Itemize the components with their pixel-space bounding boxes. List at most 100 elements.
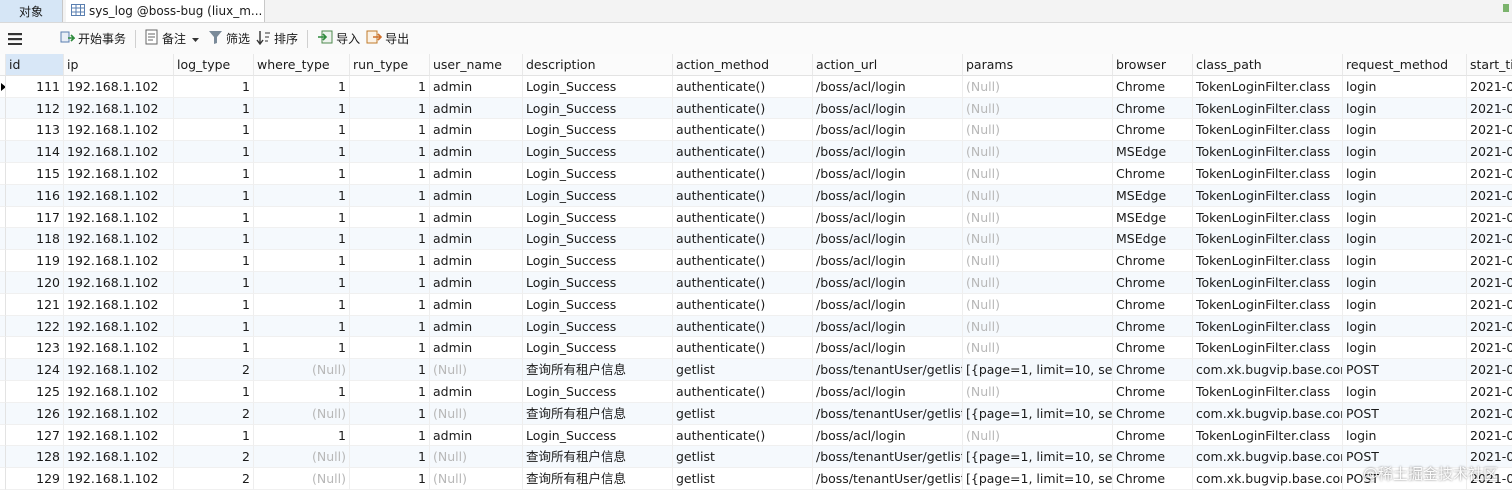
cell-where-type[interactable]: 1 <box>254 162 350 185</box>
cell-browser[interactable]: Chrome <box>1113 337 1193 360</box>
column-header-where-type[interactable]: where_type <box>254 54 350 76</box>
cell-action-method[interactable]: authenticate() <box>673 424 813 447</box>
column-header-id[interactable]: id <box>6 54 64 76</box>
cell-id[interactable]: 111 <box>6 75 64 98</box>
cell-description[interactable]: Login_Success <box>523 97 673 120</box>
cell-id[interactable]: 121 <box>6 293 64 316</box>
column-header-user-name[interactable]: user_name <box>430 54 523 76</box>
column-header-action-method[interactable]: action_method <box>673 54 813 76</box>
cell-params[interactable]: (Null) <box>963 250 1113 272</box>
cell-browser[interactable]: Chrome <box>1113 380 1193 403</box>
cell-class-path[interactable]: TokenLoginFilter.class <box>1193 337 1343 360</box>
table-row[interactable]: 119 192.168.1.102 1 1 1 admin Login_Success aut… <box>0 250 1512 272</box>
table-row[interactable]: 123 192.168.1.102 1 1 1 admin Login_Success aut… <box>0 337 1512 360</box>
cell-action-url[interactable]: /boss/acl/login <box>813 97 963 120</box>
cell-request-method[interactable]: login <box>1343 380 1467 403</box>
cell-action-method[interactable]: authenticate() <box>673 293 813 316</box>
cell-params[interactable]: (Null) <box>963 424 1113 447</box>
cell-class-path[interactable]: TokenLoginFilter.class <box>1193 271 1343 294</box>
cell-run-type[interactable]: 1 <box>350 162 430 185</box>
cell-class-path[interactable]: TokenLoginFilter.class <box>1193 162 1343 185</box>
cell-description[interactable]: Login_Success <box>523 293 673 316</box>
cell-ip[interactable]: 192.168.1.102 <box>64 97 174 120</box>
table-row[interactable]: 117 192.168.1.102 1 1 1 admin Login_Success aut… <box>0 206 1512 229</box>
cell-user-name[interactable]: admin <box>430 141 523 163</box>
cell-ip[interactable]: 192.168.1.102 <box>64 337 174 360</box>
cell-where-type[interactable]: 1 <box>254 119 350 142</box>
chevron-down-icon[interactable] <box>192 32 202 46</box>
cell-log-type[interactable]: 1 <box>174 293 254 316</box>
table-row[interactable]: 115 192.168.1.102 1 1 1 admin Login_Success aut… <box>0 162 1512 185</box>
cell-start-tim[interactable]: 2021-09 <box>1467 163 1512 185</box>
cell-log-type[interactable]: 1 <box>174 250 254 272</box>
cell-action-url[interactable]: /boss/acl/login <box>813 271 963 294</box>
column-header-class-path[interactable]: class_path <box>1193 54 1343 76</box>
cell-user-name[interactable]: admin <box>430 380 523 403</box>
cell-ip[interactable]: 192.168.1.102 <box>64 446 174 469</box>
row-indicator[interactable] <box>0 184 6 207</box>
cell-params[interactable]: (Null) <box>963 97 1113 120</box>
cell-description[interactable]: Login_Success <box>523 315 673 338</box>
cell-action-method[interactable]: getlist <box>673 402 813 425</box>
table-row[interactable]: 124 192.168.1.102 2 (Null) 1 (Null) 查询所有租户信息 ge… <box>0 359 1512 381</box>
cell-request-method[interactable]: login <box>1343 337 1467 360</box>
row-indicator[interactable] <box>0 271 6 294</box>
cell-ip[interactable]: 192.168.1.102 <box>64 380 174 403</box>
cell-description[interactable]: Login_Success <box>523 271 673 294</box>
cell-action-method[interactable]: authenticate() <box>673 141 813 163</box>
cell-id[interactable]: 119 <box>6 250 64 272</box>
cell-class-path[interactable]: TokenLoginFilter.class <box>1193 75 1343 98</box>
cell-user-name[interactable]: admin <box>430 424 523 447</box>
cell-user-name[interactable]: admin <box>430 75 523 98</box>
tab-objects[interactable]: 对象 <box>0 0 63 22</box>
row-indicator[interactable] <box>0 206 6 229</box>
cell-run-type[interactable]: 1 <box>350 359 430 381</box>
cell-user-name[interactable]: admin <box>430 97 523 120</box>
cell-params[interactable]: (Null) <box>963 184 1113 207</box>
cell-params[interactable]: (Null) <box>963 206 1113 229</box>
cell-where-type[interactable]: 1 <box>254 271 350 294</box>
cell-browser[interactable]: Chrome <box>1113 402 1193 425</box>
cell-class-path[interactable]: com.xk.bugvip.base.contr <box>1193 402 1343 425</box>
cell-action-url[interactable]: /boss/tenantUser/getlist <box>813 402 963 425</box>
export-button[interactable]: 导出 <box>363 27 412 51</box>
filter-button[interactable]: 筛选 <box>205 27 253 51</box>
cell-ip[interactable]: 192.168.1.102 <box>64 228 174 251</box>
cell-request-method[interactable]: login <box>1343 206 1467 229</box>
cell-start-tim[interactable]: 2021-09 <box>1467 403 1512 425</box>
cell-request-method[interactable]: login <box>1343 424 1467 447</box>
cell-where-type[interactable]: 1 <box>254 380 350 403</box>
cell-run-type[interactable]: 1 <box>350 424 430 447</box>
table-row[interactable]: 128 192.168.1.102 2 (Null) 1 (Null) 查询所有租户信息 ge… <box>0 446 1512 469</box>
cell-class-path[interactable]: TokenLoginFilter.class <box>1193 119 1343 142</box>
cell-action-method[interactable]: getlist <box>673 359 813 381</box>
cell-start-tim[interactable]: 2021-09 <box>1467 250 1512 272</box>
table-row[interactable]: 111 192.168.1.102 1 1 1 admin Login_Success aut… <box>0 75 1512 98</box>
cell-start-tim[interactable]: 2021-09 <box>1467 272 1512 294</box>
cell-where-type[interactable]: 1 <box>254 315 350 338</box>
cell-class-path[interactable]: TokenLoginFilter.class <box>1193 184 1343 207</box>
cell-action-method[interactable]: authenticate() <box>673 315 813 338</box>
cell-action-method[interactable]: authenticate() <box>673 206 813 229</box>
cell-where-type[interactable]: 1 <box>254 141 350 163</box>
cell-id[interactable]: 118 <box>6 228 64 251</box>
cell-where-type[interactable]: (Null) <box>254 402 350 425</box>
cell-user-name[interactable]: (Null) <box>430 446 523 469</box>
table-row[interactable]: 112 192.168.1.102 1 1 1 admin Login_Success aut… <box>0 97 1512 120</box>
cell-run-type[interactable]: 1 <box>350 228 430 251</box>
cell-id[interactable]: 125 <box>6 380 64 403</box>
cell-request-method[interactable]: login <box>1343 75 1467 98</box>
column-header-start-tim[interactable]: start_tim <box>1467 54 1512 76</box>
cell-user-name[interactable]: (Null) <box>430 402 523 425</box>
cell-run-type[interactable]: 1 <box>350 206 430 229</box>
cell-start-tim[interactable]: 2021-09 <box>1467 337 1512 360</box>
table-row[interactable]: 125 192.168.1.102 1 1 1 admin Login_Success aut… <box>0 380 1512 403</box>
cell-run-type[interactable]: 1 <box>350 271 430 294</box>
cell-start-tim[interactable]: 2021-09 <box>1467 381 1512 403</box>
cell-where-type[interactable]: 1 <box>254 184 350 207</box>
cell-request-method[interactable]: login <box>1343 162 1467 185</box>
cell-browser[interactable]: Chrome <box>1113 293 1193 316</box>
cell-id[interactable]: 117 <box>6 206 64 229</box>
cell-log-type[interactable]: 1 <box>174 424 254 447</box>
cell-start-tim[interactable]: 2021-09 <box>1467 76 1512 98</box>
